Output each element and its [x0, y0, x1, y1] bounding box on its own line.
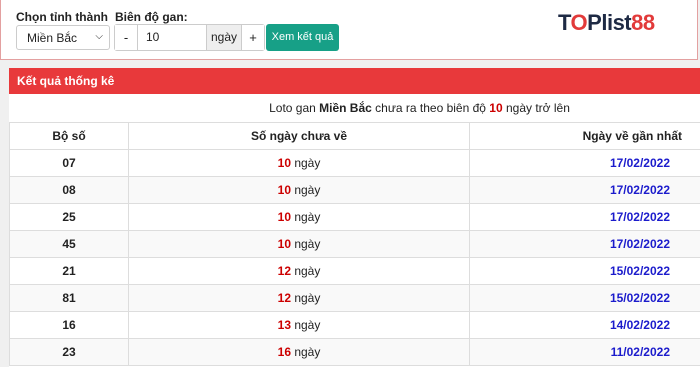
row-date: 14/02/2022	[469, 311, 700, 339]
table-row: 45 10 ngày 17/02/2022	[9, 230, 700, 258]
row-days: 10 ngày	[128, 230, 470, 258]
table-row: 81 12 ngày 15/02/2022	[9, 284, 700, 312]
range-unit: ngày	[207, 25, 242, 50]
table-header-row: Bộ số Số ngày chưa về Ngày về gần nhất	[9, 122, 700, 150]
panel-title: Kết quả thống kê	[9, 68, 700, 94]
row-date: 17/02/2022	[469, 230, 700, 258]
row-number: 23	[9, 338, 129, 366]
decrement-button[interactable]: -	[115, 25, 137, 50]
filter-bar: Chọn tỉnh thành Miền Bắc ⌵ Biên độ gan: …	[0, 0, 698, 60]
row-number: 21	[9, 257, 129, 285]
summary-text: Loto gan Miền Bắc chưa ra theo biên độ 1…	[269, 101, 570, 115]
row-date: 15/02/2022	[469, 257, 700, 285]
range-stepper: - 10 ngày +	[114, 24, 265, 51]
province-select[interactable]: Miền Bắc ⌵	[16, 25, 110, 50]
row-number: 25	[9, 203, 129, 231]
row-number: 07	[9, 149, 129, 177]
table-row: 16 13 ngày 14/02/2022	[9, 311, 700, 339]
row-date: 17/02/2022	[469, 176, 700, 204]
range-label: Biên độ gan:	[115, 10, 188, 24]
row-days: 10 ngày	[128, 203, 470, 231]
results-panel: Kết quả thống kê Loto gan Miền Bắc chưa …	[9, 68, 700, 367]
row-number: 08	[9, 176, 129, 204]
row-date: 15/02/2022	[469, 284, 700, 312]
chevron-down-icon: ⌵	[95, 31, 103, 42]
table-row: 07 10 ngày 17/02/2022	[9, 149, 700, 177]
row-days: 16 ngày	[128, 338, 470, 366]
row-date: 17/02/2022	[469, 203, 700, 231]
row-date: 17/02/2022	[469, 149, 700, 177]
toplist88-logo[interactable]: TOPlist88	[558, 10, 655, 36]
row-number: 16	[9, 311, 129, 339]
table-row: 21 12 ngày 15/02/2022	[9, 257, 700, 285]
header-days-missing: Số ngày chưa về	[128, 122, 470, 150]
results-table: Bộ số Số ngày chưa về Ngày về gần nhất 0…	[9, 122, 700, 366]
province-label: Chọn tỉnh thành	[16, 10, 108, 24]
row-number: 45	[9, 230, 129, 258]
increment-button[interactable]: +	[242, 25, 264, 50]
row-date: 11/02/2022	[469, 338, 700, 366]
table-row: 25 10 ngày 17/02/2022	[9, 203, 700, 231]
table-row: 23 16 ngày 11/02/2022	[9, 338, 700, 366]
province-select-value: Miền Bắc	[27, 31, 78, 45]
row-days: 10 ngày	[128, 176, 470, 204]
view-results-button[interactable]: Xem kết quả	[266, 24, 339, 51]
row-number: 81	[9, 284, 129, 312]
row-days: 12 ngày	[128, 257, 470, 285]
header-number: Bộ số	[9, 122, 129, 150]
row-days: 10 ngày	[128, 149, 470, 177]
row-days: 13 ngày	[128, 311, 470, 339]
row-days: 12 ngày	[128, 284, 470, 312]
table-row: 08 10 ngày 17/02/2022	[9, 176, 700, 204]
header-last-date: Ngày về gần nhất	[469, 122, 700, 150]
range-input[interactable]: 10	[137, 25, 207, 50]
